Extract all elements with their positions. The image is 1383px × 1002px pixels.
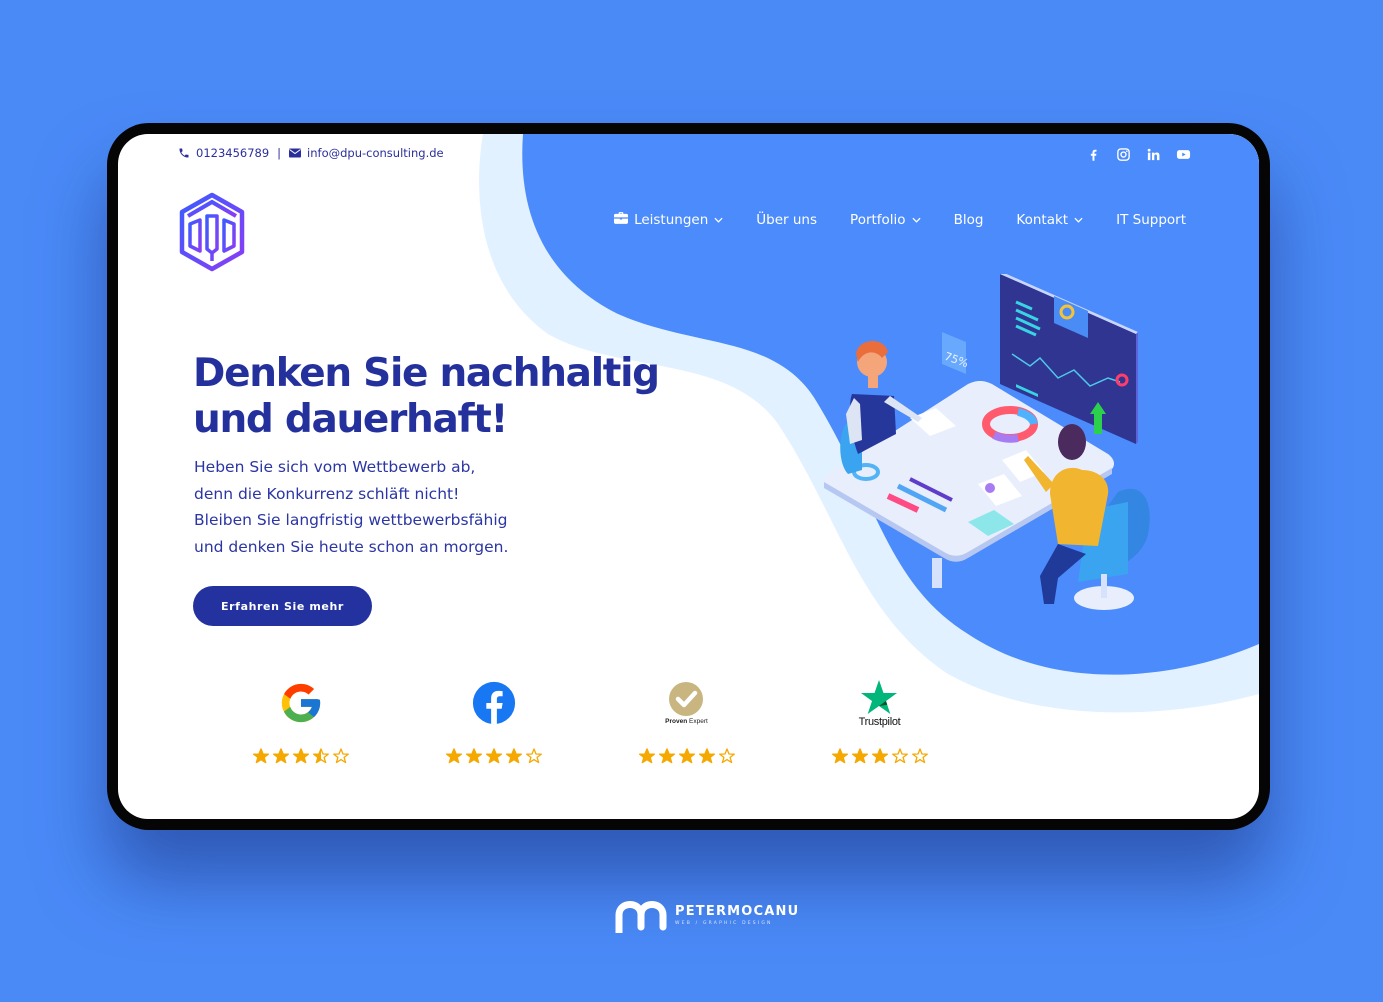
- briefcase-icon: [614, 212, 629, 228]
- star-empty-icon: [718, 748, 735, 764]
- star-full-icon: [698, 748, 715, 764]
- ratings-row: Proven Expert Trustpilot: [204, 674, 976, 764]
- star-full-icon: [871, 748, 888, 764]
- headline-line: Denken Sie nachhaltig: [193, 351, 660, 396]
- star-full-icon: [505, 748, 522, 764]
- percentage-badge: 75%: [942, 332, 970, 374]
- star-full-icon: [831, 748, 848, 764]
- trustpilot-star-icon: [861, 679, 898, 714]
- rating-proven-expert[interactable]: Proven Expert: [590, 674, 783, 764]
- nav-label: Leistungen: [634, 212, 709, 228]
- star-full-icon: [272, 748, 289, 764]
- nav-item-ueber-uns[interactable]: Über uns: [756, 212, 817, 228]
- nav-item-it-support[interactable]: IT Support: [1116, 212, 1186, 228]
- star-full-icon: [292, 748, 309, 764]
- device-frame: 0123456789 | info@dpu-consulting.de Leis…: [107, 123, 1270, 830]
- headline-line: und dauerhaft!: [193, 397, 508, 442]
- youtube-icon[interactable]: [1176, 147, 1191, 162]
- star-rating: [638, 748, 735, 764]
- nav-item-leistungen[interactable]: Leistungen: [614, 212, 723, 228]
- instagram-icon[interactable]: [1116, 147, 1131, 162]
- star-empty-icon: [332, 748, 349, 764]
- main-nav: Leistungen Über uns Portfolio Blog Konta…: [614, 212, 1186, 228]
- proven-expert-label: Proven Expert: [665, 718, 708, 725]
- brand-logo-icon: [615, 901, 667, 933]
- contact-bar: 0123456789 | info@dpu-consulting.de: [178, 146, 444, 160]
- subtext-line: und denken Sie heute schon an morgen.: [194, 537, 509, 556]
- designer-brand: PETERMOCANU WEB / GRAPHIC DESIGN: [615, 897, 799, 933]
- star-full-icon: [658, 748, 675, 764]
- contact-separator: |: [277, 146, 282, 160]
- star-full-icon: [485, 748, 502, 764]
- rating-google[interactable]: [204, 674, 397, 764]
- meeting-illustration: 75%: [823, 274, 1150, 610]
- star-full-icon: [445, 748, 462, 764]
- hero-subtext: Heben Sie sich vom Wettbewerb ab, denn d…: [194, 454, 508, 560]
- company-logo[interactable]: [176, 191, 248, 273]
- hero-headline: Denken Sie nachhaltig und dauerhaft!: [193, 351, 660, 443]
- star-empty-icon: [911, 748, 928, 764]
- website-screen: 0123456789 | info@dpu-consulting.de Leis…: [118, 134, 1259, 819]
- rating-trustpilot[interactable]: Trustpilot: [783, 674, 976, 764]
- brand-tagline: WEB / GRAPHIC DESIGN: [675, 920, 773, 926]
- star-full-icon: [678, 748, 695, 764]
- brand-name: PETERMOCANU: [675, 903, 800, 919]
- star-empty-icon: [891, 748, 908, 764]
- rating-facebook[interactable]: [397, 674, 590, 764]
- nav-item-kontakt[interactable]: Kontakt: [1016, 212, 1083, 228]
- facebook-logo-icon: [472, 681, 515, 725]
- star-half-icon: [312, 748, 329, 764]
- nav-label: IT Support: [1116, 212, 1186, 228]
- facebook-icon[interactable]: [1086, 147, 1101, 162]
- star-full-icon: [465, 748, 482, 764]
- proven-expert-logo-icon: [669, 682, 704, 716]
- chevron-down-icon: [714, 217, 723, 223]
- star-rating: [445, 748, 542, 764]
- star-rating: [831, 748, 928, 764]
- email-link[interactable]: info@dpu-consulting.de: [307, 146, 444, 160]
- subtext-line: Bleiben Sie langfristig wettbewerbsfähig: [194, 511, 508, 529]
- learn-more-button[interactable]: Erfahren Sie mehr: [193, 586, 372, 626]
- chevron-down-icon: [912, 217, 921, 223]
- star-full-icon: [851, 748, 868, 764]
- nav-label: Blog: [953, 212, 984, 228]
- phone-icon: [178, 147, 190, 159]
- star-empty-icon: [525, 748, 542, 764]
- google-logo-icon: [281, 683, 320, 723]
- star-full-icon: [252, 748, 269, 764]
- nav-item-blog[interactable]: Blog: [954, 212, 984, 228]
- nav-item-portfolio[interactable]: Portfolio: [850, 212, 921, 228]
- chevron-down-icon: [1074, 217, 1083, 223]
- email-icon: [289, 148, 302, 158]
- subtext-line: Heben Sie sich vom Wettbewerb ab,: [194, 458, 476, 476]
- nav-label: Kontakt: [1016, 212, 1069, 228]
- linkedin-icon[interactable]: [1146, 147, 1161, 162]
- star-rating: [252, 748, 349, 764]
- star-full-icon: [638, 748, 655, 764]
- trustpilot-label: Trustpilot: [858, 715, 901, 728]
- social-links: [1086, 147, 1191, 162]
- subtext-line: denn die Konkurrenz schläft nicht!: [194, 484, 460, 503]
- nav-label: Über uns: [756, 212, 818, 228]
- phone-link[interactable]: 0123456789: [196, 146, 269, 160]
- nav-label: Portfolio: [850, 212, 906, 228]
